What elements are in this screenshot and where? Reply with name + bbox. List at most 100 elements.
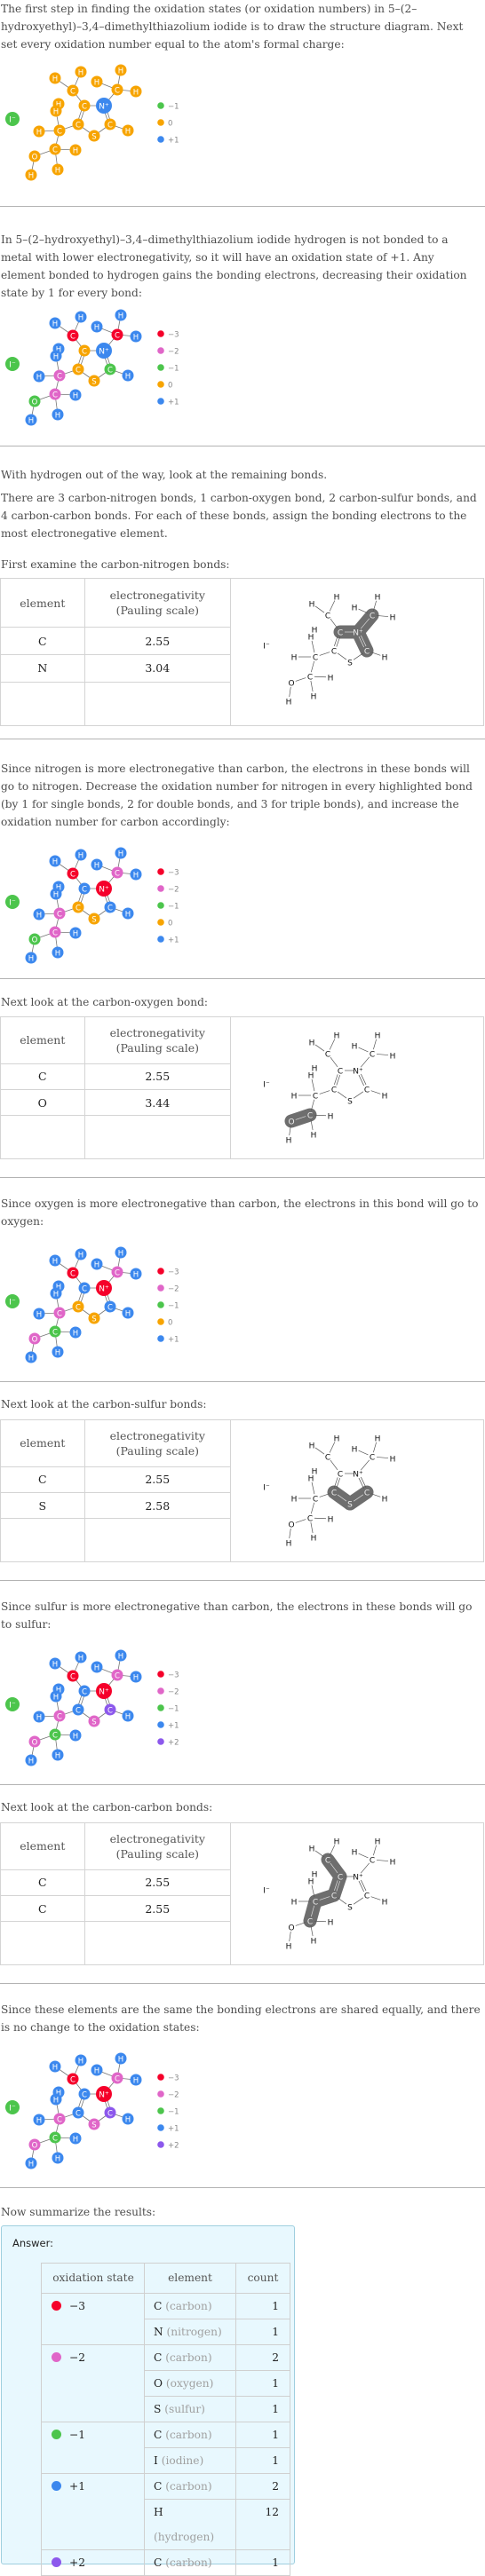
electronegativity-table-cc: element electronegativity (Pauling scale)… bbox=[0, 1822, 484, 1965]
bond bbox=[311, 640, 315, 653]
svg-text:H: H bbox=[53, 107, 59, 116]
element-symbol: S bbox=[154, 2403, 165, 2415]
legend-swatch bbox=[157, 885, 164, 892]
empty-cell bbox=[0, 1921, 85, 1965]
legend-swatch bbox=[157, 1704, 164, 1711]
legend-label: +2 bbox=[168, 2142, 179, 2151]
structure-diagram-cc-highlight: I⁻HHCHH C N⁺HHC HC CHSH CC HOHH bbox=[263, 1838, 395, 1952]
hydrogen-label: H bbox=[291, 1899, 298, 1908]
legend-swatch bbox=[157, 1301, 164, 1308]
bond bbox=[319, 1090, 330, 1094]
svg-text:S: S bbox=[91, 1718, 96, 1727]
cs-result-text: Since sulfur is more electronegative tha… bbox=[1, 1600, 473, 1631]
bond bbox=[373, 1039, 377, 1050]
empty-cell bbox=[83, 681, 232, 727]
svg-text:O: O bbox=[32, 1335, 38, 1344]
bond bbox=[360, 1459, 370, 1471]
state-color-dot bbox=[52, 2430, 61, 2439]
element-name: (iodine) bbox=[161, 2454, 204, 2467]
bond bbox=[353, 652, 364, 660]
carbon-atom: C bbox=[72, 363, 84, 375]
carbon-label: C bbox=[331, 1087, 337, 1095]
carbon-atom: C bbox=[78, 99, 91, 112]
hydrogen-atom: H bbox=[91, 75, 103, 88]
carbon-atom: C bbox=[49, 388, 61, 400]
empty-cell bbox=[0, 681, 85, 727]
svg-text:H: H bbox=[73, 1732, 78, 1741]
legend-entry: +1 bbox=[157, 136, 179, 146]
hydrogen-atom: H bbox=[49, 317, 61, 329]
carbon-label: C bbox=[307, 1112, 313, 1121]
hydrogen-label: H bbox=[308, 634, 314, 643]
svg-text:O: O bbox=[32, 936, 38, 944]
count-cell: 1 bbox=[235, 2370, 290, 2397]
nitrogen-atom: N⁺ bbox=[96, 1683, 112, 1699]
carbon-label: C bbox=[331, 1892, 337, 1901]
carbon-atom: C bbox=[67, 1267, 79, 1279]
legend-entry: −1 bbox=[157, 2107, 179, 2117]
svg-text:N⁺: N⁺ bbox=[99, 347, 109, 356]
bond bbox=[358, 1047, 369, 1053]
oxygen-atom: O bbox=[28, 150, 41, 162]
hydrogen-atom: H bbox=[52, 1749, 64, 1761]
svg-text:H: H bbox=[73, 1329, 78, 1338]
hydrogen-atom: H bbox=[50, 350, 62, 362]
hydrogen-atom: H bbox=[91, 320, 103, 333]
legend-swatch bbox=[157, 2074, 164, 2081]
sulfur-atom: S bbox=[88, 375, 100, 387]
hydrogen-label: H bbox=[390, 1456, 396, 1465]
bond bbox=[289, 1931, 291, 1942]
svg-text:H: H bbox=[53, 352, 59, 361]
svg-text:H: H bbox=[52, 1660, 58, 1669]
svg-text:C: C bbox=[107, 1303, 113, 1312]
carbon-atom: C bbox=[67, 867, 79, 880]
cc-intro-text: Next look at the carbon-carbon bonds: bbox=[1, 1801, 213, 1813]
hydrogen-atom: H bbox=[122, 369, 134, 382]
svg-text:C: C bbox=[70, 870, 76, 879]
svg-text:H: H bbox=[53, 890, 59, 899]
svg-text:H: H bbox=[53, 1693, 59, 1702]
legend-entry: −2 bbox=[157, 885, 179, 895]
svg-text:H: H bbox=[28, 1757, 34, 1766]
hydrogen-atom: H bbox=[130, 85, 142, 98]
molecule-diagram-after-cn: I⁻HHCHHC N⁺HHC HC CHSH CC HOHH−3−2−10+1 bbox=[5, 847, 179, 964]
hydrogen-label: H bbox=[309, 1442, 315, 1451]
carbon-atom: C bbox=[104, 2106, 116, 2119]
legend-label: −3 bbox=[168, 1268, 179, 1277]
bond bbox=[358, 608, 369, 614]
legend-swatch bbox=[157, 1268, 164, 1275]
element-cell: O (oxygen) bbox=[144, 2370, 236, 2397]
carbon-label: C bbox=[325, 612, 330, 621]
legend-entry: −3 bbox=[157, 330, 179, 340]
bond bbox=[373, 1845, 377, 1856]
svg-text:H: H bbox=[52, 320, 58, 328]
svg-text:H: H bbox=[118, 1249, 123, 1258]
value-cell: 2.55 bbox=[83, 1063, 232, 1091]
carbon-label: C bbox=[313, 1093, 318, 1102]
legend-entry: −3 bbox=[157, 2074, 179, 2083]
count-cell: 1 bbox=[235, 2396, 290, 2422]
svg-text:H: H bbox=[28, 416, 34, 425]
molecule-diagram-after-cs: I⁻HHCHHC N⁺HHC HC CHSH CC HOHH−3−2−1+1+2 bbox=[5, 1649, 179, 1766]
hydrogen-label: H bbox=[291, 1093, 298, 1102]
bond bbox=[358, 1074, 364, 1087]
carbon-label: C bbox=[370, 1857, 375, 1866]
svg-text:C: C bbox=[107, 121, 113, 130]
hydrogen-label: H bbox=[390, 614, 396, 623]
element-symbol: O bbox=[154, 2377, 166, 2390]
nitrogen-atom: N⁺ bbox=[353, 1874, 363, 1883]
iodide-ion: I⁻ bbox=[5, 2100, 20, 2114]
legend-entry: −1 bbox=[157, 1301, 179, 1311]
hydrogen-atom: H bbox=[69, 144, 82, 156]
hydrogen-atom: H bbox=[122, 2113, 134, 2125]
header-element: element bbox=[0, 1419, 85, 1467]
carbon-atom: C bbox=[53, 1307, 66, 1319]
summary-row: +1 C (carbon) 2 bbox=[41, 2473, 290, 2550]
carbon-label: C bbox=[338, 1068, 343, 1077]
hydrogen-label: H bbox=[382, 1899, 388, 1908]
carbon-atom: C bbox=[72, 118, 84, 130]
hydrogen-label: H bbox=[286, 699, 292, 707]
sulfur-atom: S bbox=[88, 2118, 100, 2130]
count-cell: 1 bbox=[235, 2422, 290, 2448]
svg-text:N⁺: N⁺ bbox=[99, 1687, 109, 1696]
